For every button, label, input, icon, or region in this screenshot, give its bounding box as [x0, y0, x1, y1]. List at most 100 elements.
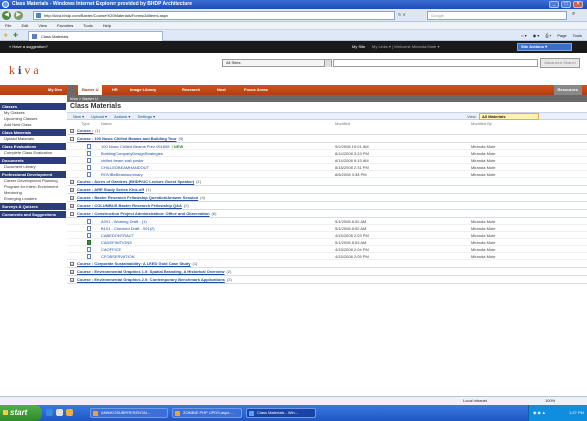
leftnav-heading[interactable]: Class Materials — [0, 129, 66, 136]
group-label[interactable]: Course : Acres of Gardens (BHDP/UC Lectu… — [77, 179, 194, 184]
leftnav-item[interactable]: Emerging Leaders — [0, 196, 66, 202]
group-header[interactable]: + Course : (1) — [67, 127, 587, 135]
group-header[interactable]: + Course : Environmental Graphics 2.0: Co… — [67, 276, 587, 284]
nav-research[interactable]: Research — [180, 85, 202, 95]
expand-icon[interactable]: + — [70, 278, 74, 282]
suggestion-link[interactable]: » Have a suggestion? — [9, 41, 48, 53]
document-name-link[interactable]: A201 - Working Draft - (1) — [101, 218, 147, 225]
nav-image-library[interactable]: Image Library — [128, 85, 158, 95]
table-row[interactable]: chilled beam wall poster 8/14/2008 9:15 A… — [67, 157, 587, 164]
table-row[interactable]: A201 - Working Draft - (1) 5/1/2008 8:52 … — [67, 218, 587, 225]
table-row[interactable]: BuildingCompanyDesignStrategies 8/14/2008… — [67, 150, 587, 157]
menu-view[interactable]: View — [38, 23, 47, 28]
minimize-button[interactable]: _ — [549, 1, 559, 8]
document-name-link[interactable]: CHILLEDBEAMHANDOUT — [101, 164, 149, 171]
leftnav-heading[interactable]: Professional Development — [0, 171, 66, 178]
modified-by-link[interactable]: Miranda Mote — [471, 157, 495, 164]
nav-home[interactable] — [67, 85, 76, 95]
upload-menu[interactable]: Upload ▾ — [91, 114, 107, 119]
modified-by-link[interactable]: Miranda Mote — [471, 246, 495, 253]
quicklaunch-ie-icon[interactable] — [46, 409, 53, 416]
col-type[interactable]: Type — [81, 120, 90, 127]
expand-icon[interactable]: + — [70, 196, 74, 200]
advanced-search-link[interactable]: Advanced Search — [540, 58, 580, 68]
document-name-link[interactable]: chilled beam wall poster — [101, 157, 144, 164]
start-button[interactable]: start — [0, 405, 42, 421]
expand-icon[interactable]: + — [70, 180, 74, 184]
modified-by-link[interactable]: Miranda Mote — [471, 150, 495, 157]
menu-tools[interactable]: Tools — [83, 23, 92, 28]
document-name-link[interactable]: 100 Nowc Chilled Beams Prez 051808! NEW — [101, 143, 183, 150]
print-icon[interactable]: ⎙ ▾ — [545, 33, 551, 38]
search-input[interactable]: Google — [427, 11, 567, 20]
refresh-icon[interactable]: ↻ ✕ — [398, 12, 406, 17]
task-button-3[interactable]: Class Materials - Win... — [246, 408, 316, 418]
modified-by-link[interactable]: Miranda Mote — [471, 171, 495, 178]
feeds-icon[interactable]: ◉ ▾ — [533, 33, 540, 38]
modified-by-link[interactable]: Miranda Mote — [471, 143, 495, 150]
leftnav-heading[interactable]: Documents — [0, 157, 66, 164]
task-button-2[interactable]: ZOMBIE PHP UPDS.aspx... — [172, 408, 242, 418]
col-name[interactable]: Name — [101, 120, 112, 127]
modified-by-link[interactable]: Miranda Mote — [471, 225, 495, 232]
group-header[interactable]: − Course : 100 Nowc Chilled Beams and Bui… — [67, 135, 587, 143]
document-name-link[interactable]: B101 - Checked Draft - 001(2) — [101, 225, 155, 232]
table-row[interactable]: 100 Nowc Chilled Beams Prez 051808! NEW 9… — [67, 143, 587, 150]
page-menu[interactable]: Page — [557, 33, 566, 38]
leftnav-heading[interactable]: Comments and Suggestions — [0, 211, 66, 218]
group-header[interactable]: + Course : Environmental Graphics 1.0: Sp… — [67, 268, 587, 276]
view-select[interactable]: All Materials — [479, 113, 539, 120]
quicklaunch-desktop-icon[interactable] — [56, 409, 63, 416]
expand-icon[interactable]: + — [70, 129, 74, 133]
leftnav-heading[interactable]: Surveys & Quizzes — [0, 203, 66, 210]
site-search-input[interactable] — [333, 59, 538, 67]
add-favorite-icon[interactable]: ✚ — [13, 32, 18, 39]
group-header[interactable]: + Course : COLUMBUS Baxter Research Fello… — [67, 202, 587, 210]
group-label[interactable]: Course : COLUMBUS Baxter Research Fellow… — [77, 203, 182, 208]
table-row[interactable]: CAOFFICE 4/15/2008 2:04 PM Miranda Mote — [67, 246, 587, 253]
favorites-star-icon[interactable]: ★ — [3, 32, 8, 39]
modified-by-link[interactable]: Miranda Mote — [471, 232, 495, 239]
modified-by-link[interactable]: Miranda Mote — [471, 218, 495, 225]
group-label[interactable]: Course : Corporate Sustainability: A LEE… — [77, 261, 191, 266]
menu-help[interactable]: Help — [103, 23, 111, 28]
tab-class-materials[interactable]: Class Materials — [28, 31, 163, 41]
collapse-icon[interactable]: − — [70, 137, 74, 141]
back-button[interactable]: ◀ — [2, 11, 11, 20]
forward-button[interactable]: ▶ — [14, 11, 23, 20]
nav-next[interactable]: Next — [215, 85, 228, 95]
group-label[interactable]: Course : Baxter Research Fellowship Ques… — [77, 195, 198, 200]
resources-button[interactable]: Resources — [553, 85, 582, 95]
group-label[interactable]: Course : Environmental Graphics 2.0: Con… — [77, 277, 225, 282]
collapse-icon[interactable]: − — [70, 212, 74, 216]
leftnav-item[interactable]: Add New Class — [0, 122, 66, 128]
expand-icon[interactable]: + — [70, 188, 74, 192]
tray-icons[interactable]: ◉ ◆ ▲ — [533, 405, 546, 421]
close-button[interactable]: × — [573, 1, 583, 8]
welcome-menu[interactable]: My Links ▾ | Welcome Miranda Mote ▾ — [372, 41, 439, 53]
modified-by-link[interactable]: Miranda Mote — [471, 164, 495, 171]
document-name-link[interactable]: ROVIBeBeamsummary — [101, 171, 143, 178]
task-button-1[interactable]: ANNIKOSUBPRESENTAI... — [90, 408, 168, 418]
modified-by-link[interactable]: Miranda Mote — [471, 239, 495, 246]
maximize-button[interactable]: □ — [561, 1, 571, 8]
group-label[interactable]: Course : — [77, 128, 93, 133]
nav-baxter-u[interactable]: Baxter U — [78, 85, 103, 95]
expand-icon[interactable]: + — [70, 262, 74, 266]
expand-icon[interactable]: + — [70, 204, 74, 208]
settings-menu[interactable]: Settings ▾ — [138, 114, 156, 119]
menu-favorites[interactable]: Favorites — [57, 23, 73, 28]
group-header[interactable]: + Course : ARE Study Series Kick-off (1) — [67, 186, 587, 194]
group-header[interactable]: + Course : Baxter Research Fellowship Que… — [67, 194, 587, 202]
document-name-link[interactable]: BuildingCompanyDesignStrategies — [101, 150, 163, 157]
leftnav-heading[interactable]: Class Evaluations — [0, 143, 66, 150]
nav-hr[interactable]: HR — [110, 85, 120, 95]
table-row[interactable]: CFOBSERVATION 4/15/2008 2:05 PM Miranda Mo… — [67, 253, 587, 260]
table-row[interactable]: CADEFINITIONS 5/1/2008 8:53 AM Miranda Mot… — [67, 239, 587, 246]
group-header[interactable]: + Course : Corporate Sustainability: A LE… — [67, 260, 587, 268]
menu-file[interactable]: File — [5, 23, 11, 28]
nav-focus-areas[interactable]: Focus Areas — [242, 85, 270, 95]
quicklaunch-folder-icon[interactable] — [66, 409, 73, 416]
nav-my-den[interactable]: My Den — [46, 85, 64, 95]
leftnav-item[interactable]: Complete Class Evaluation — [0, 150, 66, 156]
